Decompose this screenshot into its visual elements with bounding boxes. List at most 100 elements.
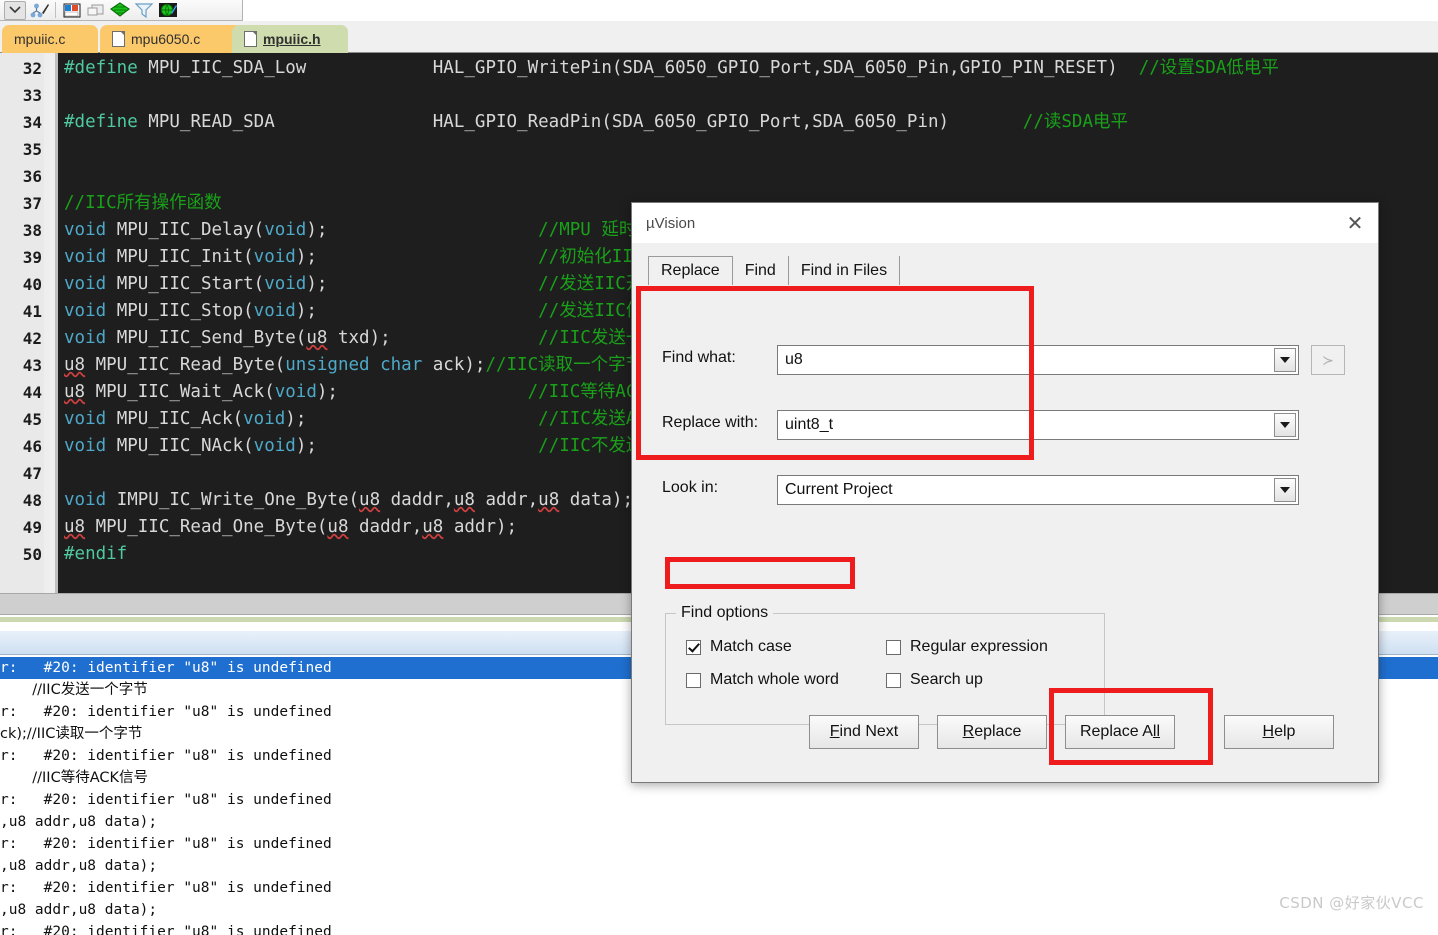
code-line[interactable]: void MPU_IIC_Stop(void); //发送IIC停止信号 [64,298,696,325]
line-number: 40 [22,275,42,294]
code-token: addr); [443,517,518,537]
replace-all-accel: ll [1152,723,1161,740]
code-line[interactable]: void MPU_IIC_Init(void); //初始化IIC的IO口 [64,244,699,271]
code-token: MPU_IIC_Ack( [106,409,244,429]
output-line[interactable]: //IIC发送一个字节 [0,679,147,701]
tab-replace[interactable]: Replace [648,256,733,285]
line-number: 50 [22,545,42,564]
code-line[interactable]: void MPU_IIC_NAck(void); //IIC不发送ACK信号 [64,433,710,460]
find-replace-dialog[interactable]: µVision ✕ Replace Find Find in Files Fin… [631,202,1379,783]
output-line[interactable]: r: #20: identifier "u8" is undefined [0,921,332,935]
editor-tab-0[interactable]: mpuiic.c [2,25,98,53]
filter-button[interactable] [133,1,155,20]
tab-find-in-files[interactable]: Find in Files [788,256,901,285]
checkbox-label: Regular expression [910,638,1048,655]
code-line[interactable]: void IMPU_IC_Write_One_Byte(u8 daddr,u8 … [64,487,633,514]
chevron-down-icon[interactable] [1274,413,1296,437]
code-token: void [264,274,307,294]
code-line[interactable]: u8 MPU_IIC_Read_Byte(unsigned char ack);… [64,352,643,379]
editor-tab-label: mpuiic.h [263,31,321,47]
code-line[interactable]: //IIC所有操作函数 [64,190,222,217]
replace-with-input[interactable]: uint8_t [777,410,1299,440]
editor-tabstrip: mpuiic.c mpu6050.c mpuiic.h [0,21,1438,53]
code-line[interactable]: #define MPU_IIC_SDA_Low HAL_GPIO_WritePi… [64,55,1279,82]
code-token: daddr, [348,517,423,537]
help-label: elp [1274,723,1296,740]
code-line[interactable]: void MPU_IIC_Ack(void); //IIC发送ACK信号 [64,406,692,433]
code-token: MPU_IIC_Wait_Ack( [85,382,275,402]
code-line[interactable]: #endif [64,541,127,568]
code-line[interactable]: u8 MPU_IIC_Read_One_Byte(u8 daddr,u8 add… [64,514,517,541]
replace-button[interactable]: Replace [937,715,1047,749]
close-icon[interactable]: ✕ [1332,203,1378,243]
output-line[interactable]: r: #20: identifier "u8" is undefined [0,701,332,723]
code-token: void [64,409,107,429]
line-number: 48 [22,491,42,510]
code-token: ); [285,409,539,429]
output-line[interactable]: r: #20: identifier "u8" is undefined [0,789,332,811]
code-token: //设置SDA低电平 [1138,58,1279,78]
main-toolbar [0,0,243,21]
output-line[interactable]: r: #20: identifier "u8" is undefined [0,877,332,899]
code-token: void [64,301,107,321]
output-line[interactable]: //IIC等待ACK信号 [0,767,148,789]
dropdown-arrow-button[interactable] [4,0,26,20]
code-token: ); [306,220,539,240]
line-number: 46 [22,437,42,456]
globe-button[interactable] [157,1,179,20]
line-number: 44 [22,383,42,402]
output-line[interactable]: r: #20: identifier "u8" is undefined [0,833,332,855]
gutter-stripe [44,53,55,593]
manage-components-button[interactable] [28,1,50,20]
chevron-down-icon[interactable] [1274,348,1296,372]
output-line[interactable]: ck);//IIC读取一个字节 [0,723,142,745]
dialog-titlebar: µVision ✕ [632,203,1378,243]
diamond-green-button[interactable] [109,1,131,20]
checkbox-regular-expression[interactable]: Regular expression [886,638,1048,656]
code-token: HAL_GPIO_WritePin(SDA_6050_GPIO_Port,SDA… [306,58,1139,78]
replace-all-button[interactable]: Replace All [1065,715,1175,749]
tab-find[interactable]: Find [732,256,789,285]
book-button[interactable] [61,1,83,20]
globe-icon [159,3,177,17]
checkbox-label: Search up [910,671,983,688]
tab-label: Find in Files [800,261,888,279]
output-line[interactable]: r: #20: identifier "u8" is undefined [0,745,332,767]
checkbox-search-up[interactable]: Search up [886,671,983,689]
help-button[interactable]: Help [1224,715,1334,749]
code-token: u8 [453,490,475,510]
code-token: unsigned char [285,355,423,375]
code-token: u8 [422,517,444,537]
find-next-button[interactable]: Find Next [809,715,919,749]
editor-tab-label: mpuiic.c [14,31,66,47]
code-line[interactable]: void MPU_IIC_Start(void); //发送IIC开始信号 [64,271,696,298]
replace-label: eplace [974,723,1022,740]
chevron-down-icon[interactable] [1274,478,1296,502]
code-line[interactable]: u8 MPU_IIC_Wait_Ack(void); //IIC等待ACK信号 [64,379,682,406]
window-layout-button[interactable] [85,1,107,20]
editor-tab-1[interactable]: mpu6050.c [100,25,242,53]
expand-find-button[interactable]: ≻ [1311,345,1345,375]
find-what-input[interactable]: u8 [777,345,1299,375]
checkbox-match-whole-word[interactable]: Match whole word [686,671,839,689]
code-token: MPU_IIC_Init( [106,247,254,267]
line-number: 37 [22,194,42,213]
editor-tab-2[interactable]: mpuiic.h [232,25,348,53]
code-token: MPU_IIC_Stop( [106,301,254,321]
look-in-select[interactable]: Current Project [777,475,1299,505]
code-token: //IIC所有操作函数 [64,193,222,213]
output-line[interactable]: ,u8 addr,u8 data); [0,899,157,921]
dialog-tabs: Replace Find Find in Files [648,256,901,285]
code-line[interactable]: void MPU_IIC_Delay(void); //MPU 延时函数 [64,217,671,244]
code-line[interactable]: #define MPU_READ_SDA HAL_GPIO_ReadPin(SD… [64,109,1128,136]
book-icon [63,3,81,17]
code-line[interactable]: void MPU_IIC_Send_Byte(u8 txd); //IIC发送一… [64,325,696,352]
line-number: 45 [22,410,42,429]
tab-label: Find [744,261,776,279]
checkbox-match-case[interactable]: Match case [686,638,792,656]
code-token: #define [64,58,149,78]
code-token: data); [559,490,634,510]
output-line[interactable]: ,u8 addr,u8 data); [0,855,157,877]
code-token: IMPU_IC_Write_One_Byte( [106,490,360,510]
output-line[interactable]: ,u8 addr,u8 data); [0,811,157,833]
